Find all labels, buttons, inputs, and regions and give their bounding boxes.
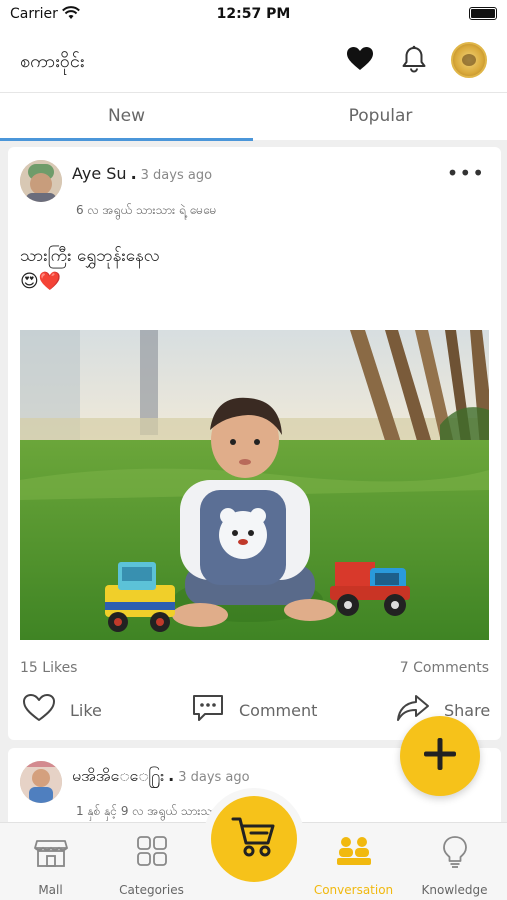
post-time: 3 days ago: [140, 168, 213, 183]
profile-avatar[interactable]: [451, 42, 487, 78]
nav-knowledge-label: Knowledge: [421, 883, 488, 897]
post-meta: 6 လ အရွယ် သားသား ရဲ့ မေမေ: [76, 203, 217, 217]
comments-count[interactable]: 7 Comments: [400, 660, 489, 676]
more-options-icon[interactable]: •••: [447, 161, 485, 185]
comment-label: Comment: [239, 700, 318, 720]
bell-icon[interactable]: [401, 45, 427, 77]
tab-popular[interactable]: Popular: [254, 93, 507, 141]
post-photo[interactable]: [20, 330, 489, 640]
author-name[interactable]: မအိအိ‌ေ‌ေ႐ြး: [72, 766, 164, 785]
heart-outline-icon: [22, 693, 70, 727]
nav-mall[interactable]: Mall: [0, 823, 101, 900]
nav-mall-label: Mall: [38, 883, 63, 897]
post-emoji: 😍❤️: [20, 271, 62, 292]
feed-tabs: New Popular: [0, 92, 507, 141]
grid-icon: [136, 835, 168, 871]
plus-icon: [420, 734, 460, 778]
author-name[interactable]: Aye Su: [72, 164, 127, 183]
page-title: စကားဝိုင်း: [20, 51, 85, 72]
like-button[interactable]: Like: [22, 693, 102, 727]
nav-conversation-label: Conversation: [313, 883, 394, 897]
heart-icon[interactable]: [346, 46, 374, 76]
nav-conversation[interactable]: Conversation: [303, 823, 404, 900]
post-author[interactable]: Aye Su. 3 days ago: [72, 164, 212, 183]
status-bar: Carrier 12:57 PM: [0, 0, 507, 30]
post-card: Aye Su. 3 days ago 6 လ အရွယ် သားသား ရဲ့ မ…: [8, 147, 501, 740]
add-post-button[interactable]: [400, 716, 480, 796]
like-label: Like: [70, 700, 102, 720]
shop-icon: [33, 835, 68, 873]
people-icon: [336, 835, 372, 871]
tab-new[interactable]: New: [0, 93, 253, 141]
comment-icon: [191, 693, 239, 727]
separator-dot: .: [168, 766, 175, 785]
separator-dot: .: [130, 164, 137, 183]
cart-icon: [231, 815, 277, 863]
comment-button[interactable]: Comment: [191, 693, 317, 727]
likes-count[interactable]: 15 Likes: [20, 660, 77, 676]
nav-categories[interactable]: Categories: [101, 823, 202, 900]
post-text: သားကြီး ရွှေဘုန်းနေလ: [20, 246, 160, 266]
battery-icon: [469, 7, 497, 20]
nav-knowledge[interactable]: Knowledge: [404, 823, 505, 900]
post-time: 3 days ago: [178, 770, 250, 785]
cart-button[interactable]: [211, 796, 297, 882]
author-avatar[interactable]: [20, 160, 62, 202]
lightbulb-icon: [441, 835, 469, 873]
post-author[interactable]: မအိအိ‌ေ‌ေ႐ြး. 3 days ago: [72, 765, 250, 789]
nav-categories-label: Categories: [119, 883, 184, 897]
tab-indicator: [0, 138, 253, 141]
app-header: စကားဝိုင်း: [0, 30, 507, 92]
clock: 12:57 PM: [216, 6, 291, 22]
author-avatar[interactable]: [20, 761, 62, 803]
